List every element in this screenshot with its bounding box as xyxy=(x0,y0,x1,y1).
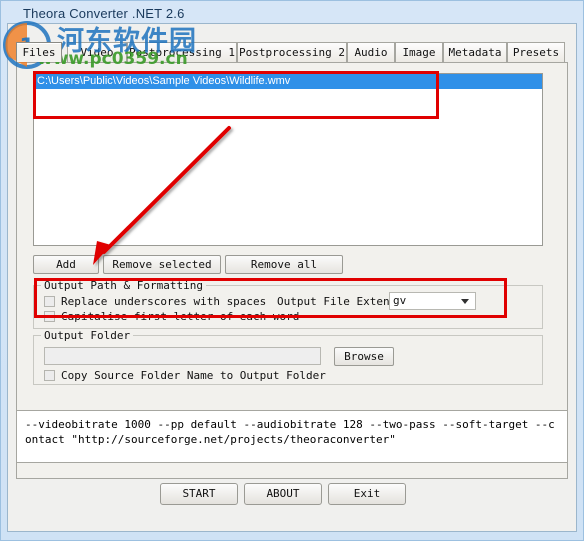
tab-postprocessing-1[interactable]: Postprocessing 1 xyxy=(127,42,237,62)
output-folder-group: Output Folder Browse Copy Source Folder … xyxy=(33,329,543,385)
capitalise-first-letter-checkbox[interactable] xyxy=(44,311,55,322)
tab-presets[interactable]: Presets xyxy=(507,42,565,62)
replace-underscores-checkbox[interactable] xyxy=(44,296,55,307)
output-folder-group-legend: Output Folder xyxy=(41,329,134,342)
command-line-preview[interactable]: --videobitrate 1000 --pp default --audio… xyxy=(16,410,568,463)
remove-selected-button[interactable]: Remove selected xyxy=(103,255,221,274)
window-title: Theora Converter .NET 2.6 xyxy=(23,6,185,21)
tab-image[interactable]: Image xyxy=(395,42,443,62)
output-file-extension-dropdown[interactable]: gv xyxy=(389,292,476,310)
copy-source-folder-label: Copy Source Folder Name to Output Folder xyxy=(61,369,326,382)
output-folder-path-input[interactable] xyxy=(44,347,321,365)
tab-video[interactable]: Video xyxy=(67,42,127,62)
tab-metadata[interactable]: Metadata xyxy=(443,42,507,62)
browse-button[interactable]: Browse xyxy=(334,347,394,366)
tab-files[interactable]: Files xyxy=(16,42,62,62)
output-file-extension-value: gv xyxy=(393,294,407,307)
title-bar: Theora Converter .NET 2.6 xyxy=(1,1,584,25)
add-button[interactable]: Add xyxy=(33,255,99,274)
start-button[interactable]: START xyxy=(160,483,238,505)
remove-all-button[interactable]: Remove all xyxy=(225,255,343,274)
tab-postprocessing-2[interactable]: Postprocessing 2 xyxy=(237,42,347,62)
replace-underscores-label: Replace underscores with spaces xyxy=(61,295,267,308)
capitalise-first-letter-label: Capitalise first letter of each word xyxy=(61,310,300,323)
output-path-group-legend: Output Path & Formatting xyxy=(41,279,206,292)
exit-button[interactable]: Exit xyxy=(328,483,406,505)
output-path-formatting-group: Output Path & Formatting Replace undersc… xyxy=(33,279,543,329)
application-window: Theora Converter .NET 2.6 Files Video Post… xyxy=(0,0,584,541)
client-area: Files Video Postprocessing 1 Postprocessing… xyxy=(7,23,577,532)
file-list[interactable]: C:\Users\Public\Videos\Sample Videos\Wil… xyxy=(33,73,543,246)
tab-strip: Files Video Postprocessing 1 Postprocessing… xyxy=(16,42,568,63)
chevron-down-icon xyxy=(461,299,469,304)
file-list-item[interactable]: C:\Users\Public\Videos\Sample Videos\Wil… xyxy=(34,74,542,89)
about-button[interactable]: ABOUT xyxy=(244,483,322,505)
tab-audio[interactable]: Audio xyxy=(347,42,395,62)
copy-source-folder-checkbox[interactable] xyxy=(44,370,55,381)
